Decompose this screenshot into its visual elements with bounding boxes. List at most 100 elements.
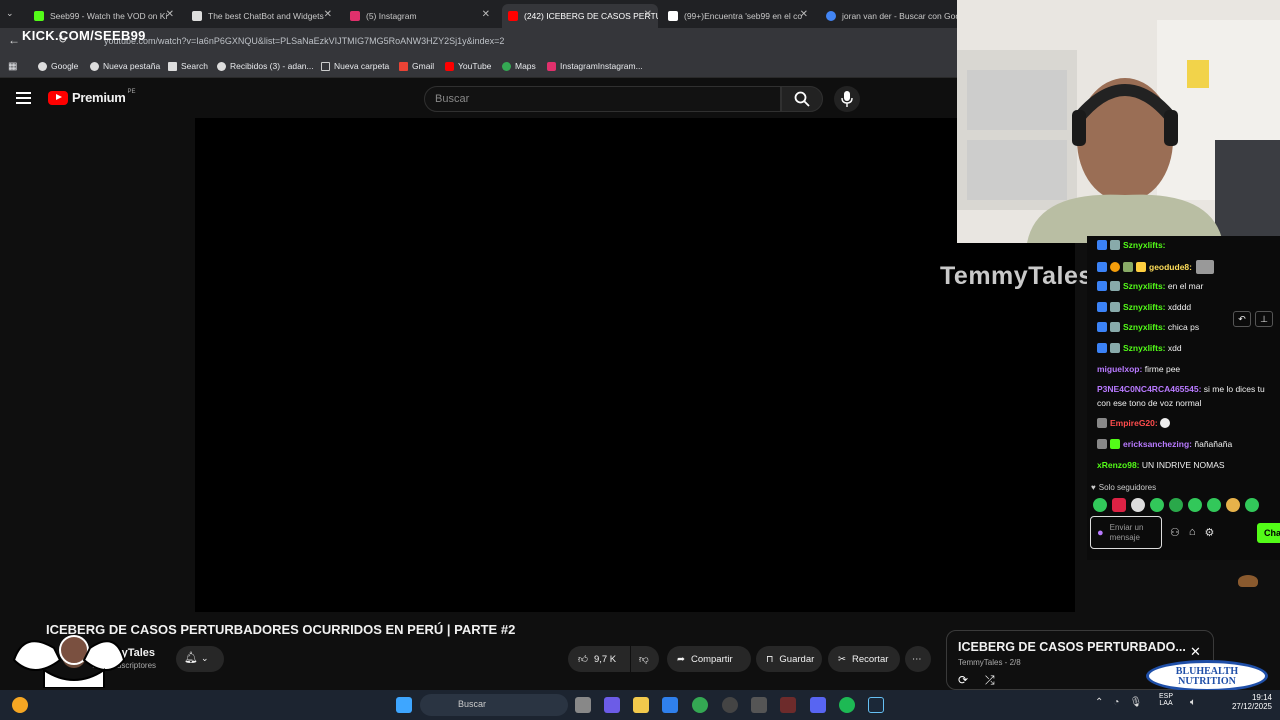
app-icon[interactable]: [751, 697, 767, 713]
webcam-image: [957, 0, 1280, 243]
emote-icon[interactable]: [1207, 498, 1221, 512]
chat-username[interactable]: P3NE4C0NC4RCA465545:: [1097, 384, 1201, 394]
emote-icon[interactable]: [1245, 498, 1259, 512]
close-tab-icon[interactable]: ✕: [166, 9, 174, 20]
store-icon[interactable]: [662, 697, 678, 713]
taskbar-search[interactable]: Buscar: [420, 694, 568, 716]
tab-label: (5) Instagram: [366, 11, 417, 21]
menu-hamburger-icon[interactable]: [16, 92, 31, 104]
weather-icon[interactable]: [12, 697, 28, 713]
browser-tab[interactable]: (99+)Encuentra 'seb99 en el co ✕: [662, 4, 814, 28]
tiktok-favicon-icon: [668, 11, 678, 21]
wifi-icon[interactable]: ◔: [1113, 697, 1119, 708]
bookmark-new-tab[interactable]: Nueva pestaña: [90, 61, 160, 71]
tab-search-dropdown-icon[interactable]: ⌄: [6, 8, 18, 20]
spotify-icon[interactable]: [839, 697, 855, 713]
save-button[interactable]: ⊓ Guardar: [756, 646, 822, 672]
voice-search-button[interactable]: [834, 86, 860, 112]
browser-tab[interactable]: Seeb99 - Watch the VOD on Ki ✕: [28, 4, 180, 28]
logo-text: Premium: [72, 90, 126, 105]
chat-username[interactable]: ericksanchezing:: [1123, 439, 1192, 449]
chat-send-button[interactable]: Cha: [1257, 523, 1280, 543]
emote-icon[interactable]: [1112, 498, 1126, 512]
region-code: PE: [127, 88, 136, 95]
file-explorer-icon[interactable]: [633, 697, 649, 713]
store-icon[interactable]: ⌂: [1189, 526, 1196, 539]
back-arrow-icon[interactable]: ←: [8, 33, 20, 47]
chat-text: en el mar: [1167, 281, 1204, 291]
emote-icon[interactable]: [1131, 498, 1145, 512]
more-actions-button[interactable]: ⋯: [905, 646, 931, 672]
chat-username[interactable]: Sznyxlifts:: [1123, 302, 1166, 312]
chat-username[interactable]: Sznyxlifts:: [1123, 240, 1166, 250]
bookmark-instagram[interactable]: InstagramInstagram...: [547, 61, 643, 71]
chat-input[interactable]: ● Enviar un mensaje: [1090, 516, 1162, 549]
browser-tab[interactable]: The best ChatBot and Widgets ✕: [186, 4, 338, 28]
language-indicator[interactable]: ESP LAA: [1159, 693, 1173, 707]
bookmark-youtube[interactable]: YouTube: [445, 61, 491, 71]
chat-message: Sznyxlifts:: [1097, 240, 1166, 250]
chevron-up-icon[interactable]: ⌃: [1095, 697, 1103, 708]
microphone-icon[interactable]: 🎙︎: [1129, 697, 1142, 708]
close-tab-icon[interactable]: ✕: [644, 9, 652, 20]
emote-icon[interactable]: [1093, 498, 1107, 512]
like-button[interactable]: 👍︎ 9,7 K: [568, 646, 630, 672]
task-view-icon[interactable]: [575, 697, 591, 713]
chat-username[interactable]: Sznyxlifts:: [1123, 322, 1166, 332]
clock-time: 19:14: [1251, 693, 1272, 702]
browser-tab[interactable]: joran van der - Buscar con Goo: [820, 4, 960, 28]
level-badge-icon: [1110, 262, 1120, 272]
browser-tab[interactable]: (5) Instagram ✕: [344, 4, 496, 28]
emote-icon[interactable]: [1169, 498, 1183, 512]
video-player[interactable]: [195, 118, 1075, 612]
pin-icon[interactable]: ⊥: [1255, 311, 1273, 327]
bookmark-maps[interactable]: Maps: [502, 61, 536, 71]
instagram-favicon-icon: [350, 11, 360, 21]
youtube-premium-logo[interactable]: Premium PE: [48, 88, 136, 105]
steam-icon[interactable]: [868, 697, 884, 713]
close-tab-icon[interactable]: ✕: [324, 9, 332, 20]
discord-icon[interactable]: [810, 697, 826, 713]
copilot-icon[interactable]: [604, 697, 620, 713]
search-button[interactable]: [781, 86, 823, 112]
notification-bell-button[interactable]: 🔔︎ ⌄: [176, 646, 224, 672]
chrome-icon[interactable]: [692, 697, 708, 713]
volume-icon[interactable]: 🔈︎: [1190, 697, 1196, 708]
undo-icon[interactable]: ↶: [1233, 311, 1251, 327]
obs-icon[interactable]: [722, 697, 738, 713]
close-tab-icon[interactable]: ✕: [482, 9, 490, 20]
close-playlist-icon[interactable]: ✕: [1190, 644, 1201, 660]
people-icon[interactable]: ⚇: [1170, 526, 1180, 539]
windows-start-icon[interactable]: [396, 697, 412, 713]
taskbar-clock[interactable]: 19:14 27/12/2025: [1216, 693, 1272, 711]
clip-button[interactable]: ✂ Recortar: [828, 646, 900, 672]
chat-username[interactable]: Sznyxlifts:: [1123, 343, 1166, 353]
chat-username[interactable]: EmpireG20:: [1110, 418, 1158, 428]
search-input[interactable]: Buscar: [424, 86, 781, 112]
heart-icon: ♥: [1091, 483, 1096, 492]
bookmark-search[interactable]: Search: [168, 61, 208, 71]
dislike-button[interactable]: 👎︎: [631, 646, 659, 672]
emote-icon[interactable]: [1226, 498, 1240, 512]
bookmark-gmail[interactable]: Gmail: [399, 61, 434, 71]
emote-icon[interactable]: [1150, 498, 1164, 512]
settings-gear-icon[interactable]: ⚙: [1205, 526, 1215, 539]
chat-username[interactable]: miguelxop:: [1097, 364, 1142, 374]
share-button[interactable]: ➦ Compartir: [667, 646, 751, 672]
app-icon[interactable]: [780, 697, 796, 713]
bookmark-inbox[interactable]: Recibidos (3) - adan...: [217, 61, 314, 71]
emote-icon[interactable]: [1188, 498, 1202, 512]
close-tab-icon[interactable]: ✕: [800, 9, 808, 20]
loop-icon[interactable]: ⟳: [958, 673, 968, 687]
browser-tab-active[interactable]: (242) ICEBERG DE CASOS PERTU ✕: [502, 4, 658, 28]
bookmark-folder[interactable]: Nueva carpeta: [321, 61, 389, 71]
apps-grid-icon[interactable]: ▦: [8, 61, 17, 72]
chat-username[interactable]: geodude8:: [1149, 262, 1192, 272]
bookmark-google[interactable]: Google: [38, 61, 78, 71]
chat-username[interactable]: xRenzo98:: [1097, 460, 1140, 470]
followers-only-label: Solo seguidores: [1098, 483, 1157, 492]
shuffle-icon[interactable]: ⤮: [985, 673, 995, 688]
microphone-icon[interactable]: ●: [1097, 527, 1104, 539]
url-field[interactable]: youtube.com/watch?v=Ia6nP6GXNQU&list=PLS…: [104, 36, 504, 46]
chat-username[interactable]: Sznyxlifts:: [1123, 281, 1166, 291]
